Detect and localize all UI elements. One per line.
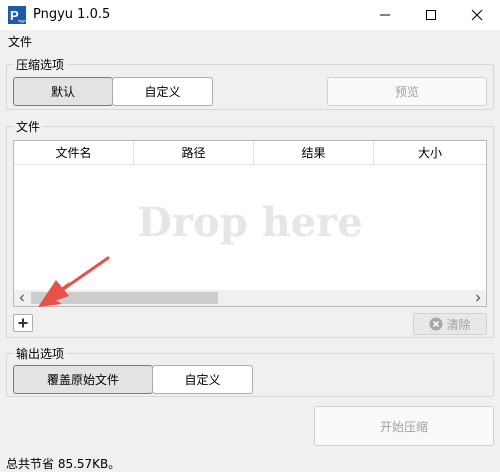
file-table[interactable]: 文件名 路径 结果 大小 Drop here bbox=[13, 140, 487, 307]
preview-button[interactable]: 预览 bbox=[327, 77, 487, 106]
scroll-left-arrow[interactable] bbox=[16, 292, 28, 304]
chevron-left-icon bbox=[19, 294, 24, 302]
scrollbar-thumb[interactable] bbox=[31, 292, 218, 304]
add-file-button[interactable] bbox=[13, 314, 33, 332]
maximize-button[interactable] bbox=[408, 0, 454, 30]
custom-compress-button[interactable]: 自定义 bbox=[112, 77, 213, 106]
pngyu-app-icon: P ngyu bbox=[8, 6, 26, 24]
svg-text:ngyu: ngyu bbox=[18, 18, 26, 23]
title-bar: P ngyu Pngyu 1.0.5 bbox=[0, 0, 500, 30]
files-label: 文件 bbox=[14, 118, 43, 135]
chevron-right-icon bbox=[476, 294, 481, 302]
clear-button[interactable]: 清除 bbox=[413, 313, 487, 335]
close-button[interactable] bbox=[454, 0, 500, 30]
drop-here-hint: Drop here bbox=[137, 199, 363, 246]
minimize-button[interactable] bbox=[362, 0, 408, 30]
plus-icon bbox=[18, 318, 28, 328]
menu-file[interactable]: 文件 bbox=[8, 33, 32, 50]
scroll-right-arrow[interactable] bbox=[472, 292, 484, 304]
overwrite-original-button[interactable]: 覆盖原始文件 bbox=[13, 365, 153, 394]
custom-output-button[interactable]: 自定义 bbox=[152, 365, 253, 394]
output-options-label: 输出选项 bbox=[14, 345, 67, 362]
minimize-icon bbox=[380, 14, 390, 16]
default-button[interactable]: 默认 bbox=[13, 77, 113, 106]
start-compress-button[interactable]: 开始压缩 bbox=[314, 406, 494, 446]
column-header-filename[interactable]: 文件名 bbox=[14, 141, 134, 165]
menu-bar: 文件 bbox=[0, 30, 500, 52]
close-icon bbox=[471, 9, 483, 21]
status-text: 总共节省 85.57KB。 bbox=[6, 457, 121, 471]
column-header-result[interactable]: 结果 bbox=[254, 141, 374, 165]
compress-options-label: 压缩选项 bbox=[14, 56, 67, 73]
maximize-icon bbox=[426, 10, 436, 20]
window-title: Pngyu 1.0.5 bbox=[33, 7, 111, 22]
clear-button-label: 清除 bbox=[446, 317, 471, 332]
clear-circle-icon bbox=[429, 317, 443, 331]
horizontal-scrollbar[interactable] bbox=[14, 290, 486, 306]
column-header-size[interactable]: 大小 bbox=[374, 141, 486, 165]
column-header-path[interactable]: 路径 bbox=[134, 141, 254, 165]
